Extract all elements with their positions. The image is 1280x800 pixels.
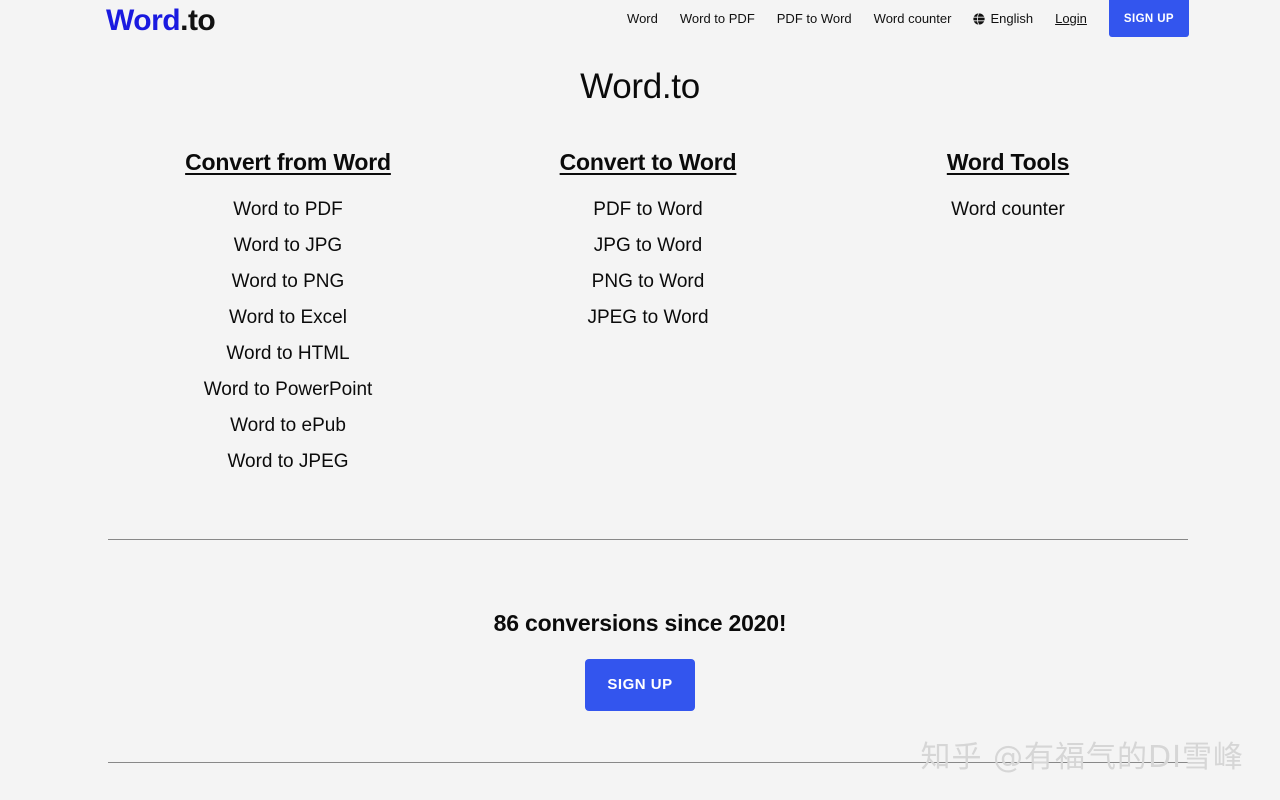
signup-button-cta[interactable]: SIGN UP xyxy=(585,659,695,711)
divider-bottom xyxy=(108,762,1188,763)
nav-item-pdf-to-word[interactable]: PDF to Word xyxy=(777,11,852,26)
column-title-convert-from-word: Convert from Word xyxy=(185,149,391,175)
list-convert-to-word: PDF to Word JPG to Word PNG to Word JPEG… xyxy=(468,192,828,336)
globe-icon xyxy=(973,12,986,25)
language-label: English xyxy=(990,11,1034,26)
list-item[interactable]: JPG to Word xyxy=(468,228,828,264)
list-item[interactable]: PDF to Word xyxy=(468,192,828,228)
conversions-counter-text: 86 conversions since 2020! xyxy=(493,610,787,636)
page-title: Word.to xyxy=(580,67,700,106)
link-columns: Convert from Word Word to PDF Word to JP… xyxy=(0,149,1280,480)
nav-item-word-counter[interactable]: Word counter xyxy=(874,11,952,26)
nav-item-word-to-pdf[interactable]: Word to PDF xyxy=(680,11,755,26)
language-selector[interactable]: English xyxy=(973,11,1033,26)
site-logo[interactable]: Word.to xyxy=(106,4,216,37)
logo-brand-text: Word xyxy=(106,4,181,37)
column-convert-from-word: Convert from Word Word to PDF Word to JP… xyxy=(108,149,468,480)
nav-links-group: Word Word to PDF PDF to Word Word counte… xyxy=(627,0,1087,26)
list-item[interactable]: Word to Excel xyxy=(108,300,468,336)
list-item[interactable]: PNG to Word xyxy=(468,264,828,300)
column-word-tools: Word Tools Word counter xyxy=(828,149,1188,480)
list-convert-from-word: Word to PDF Word to JPG Word to PNG Word… xyxy=(108,192,468,480)
column-title-convert-to-word: Convert to Word xyxy=(559,149,737,175)
cta-section: 86 conversions since 2020! SIGN UP xyxy=(0,540,1280,711)
site-header: Word.to Word Word to PDF PDF to Word Wor… xyxy=(0,0,1280,37)
zhihu-watermark: 知乎 @有福气的DI雪峰 xyxy=(920,740,1244,775)
logo-tld-text: .to xyxy=(180,4,216,37)
list-item[interactable]: Word to PNG xyxy=(108,264,468,300)
list-item[interactable]: Word to JPG xyxy=(108,228,468,264)
list-word-tools: Word counter xyxy=(828,192,1188,228)
column-title-word-tools: Word Tools xyxy=(946,149,1070,175)
list-item[interactable]: Word to HTML xyxy=(108,336,468,372)
column-convert-to-word: Convert to Word PDF to Word JPG to Word … xyxy=(468,149,828,480)
list-item[interactable]: Word counter xyxy=(828,192,1188,228)
main-navigation: Word Word to PDF PDF to Word Word counte… xyxy=(627,0,1280,37)
nav-item-word[interactable]: Word xyxy=(627,11,658,26)
list-item[interactable]: Word to PowerPoint xyxy=(108,372,468,408)
signup-button-header[interactable]: SIGN UP xyxy=(1108,0,1189,37)
list-item[interactable]: Word to JPEG xyxy=(108,444,468,480)
login-link[interactable]: Login xyxy=(1055,11,1087,26)
list-item[interactable]: Word to ePub xyxy=(108,408,468,444)
list-item[interactable]: Word to PDF xyxy=(108,192,468,228)
list-item[interactable]: JPEG to Word xyxy=(468,300,828,336)
